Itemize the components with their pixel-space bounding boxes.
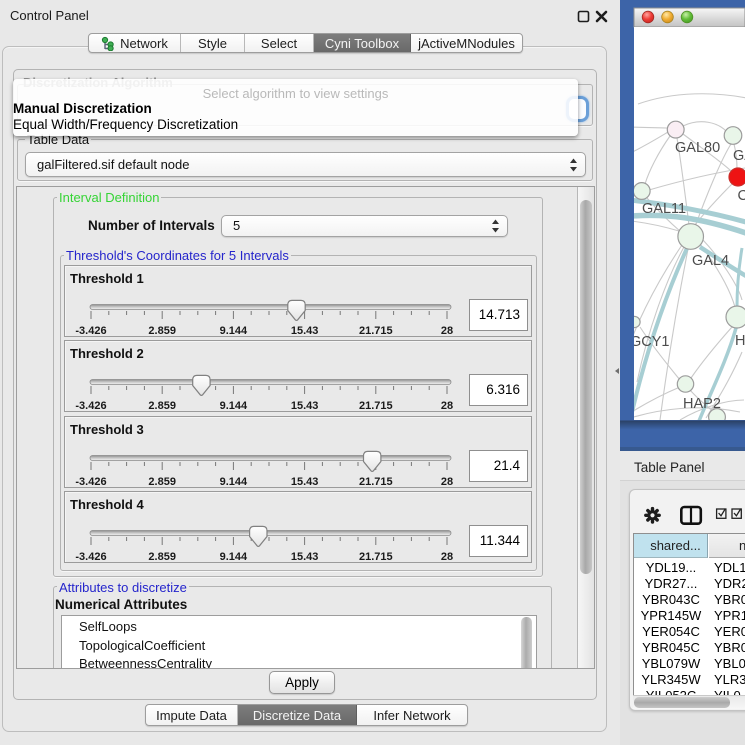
svg-text:GCY1: GCY1 (630, 334, 670, 350)
svg-text:2.859: 2.859 (148, 400, 176, 412)
svg-text:HAP2: HAP2 (683, 396, 721, 412)
svg-text:21.715: 21.715 (359, 400, 393, 412)
svg-text:GAL80: GAL80 (675, 140, 720, 156)
svg-text:15.43: 15.43 (291, 400, 319, 412)
svg-text:9.144: 9.144 (220, 476, 248, 488)
svg-text:C: C (738, 188, 745, 204)
svg-text:28: 28 (441, 551, 453, 563)
svg-text:21.715: 21.715 (359, 325, 393, 337)
svg-text:15.43: 15.43 (291, 325, 319, 337)
svg-text:9.144: 9.144 (220, 400, 248, 412)
svg-text:9.144: 9.144 (220, 551, 248, 563)
svg-text:-3.426: -3.426 (75, 325, 106, 337)
svg-text:28: 28 (441, 476, 453, 488)
svg-text:28: 28 (441, 400, 453, 412)
svg-text:2.859: 2.859 (148, 476, 176, 488)
svg-text:-3.426: -3.426 (75, 476, 106, 488)
svg-text:28: 28 (441, 325, 453, 337)
svg-text:15.43: 15.43 (291, 551, 319, 563)
svg-text:GA: GA (733, 148, 745, 164)
svg-text:2.859: 2.859 (148, 325, 176, 337)
svg-text:2.859: 2.859 (148, 551, 176, 563)
svg-text:-3.426: -3.426 (75, 400, 106, 412)
svg-text:21.715: 21.715 (359, 476, 393, 488)
svg-text:21.715: 21.715 (359, 551, 393, 563)
svg-text:GAL4: GAL4 (692, 253, 729, 269)
svg-text:GAL11: GAL11 (642, 201, 686, 217)
svg-text:-3.426: -3.426 (75, 551, 106, 563)
svg-text:15.43: 15.43 (291, 476, 319, 488)
svg-text:H: H (735, 333, 745, 349)
svg-text:9.144: 9.144 (220, 325, 248, 337)
